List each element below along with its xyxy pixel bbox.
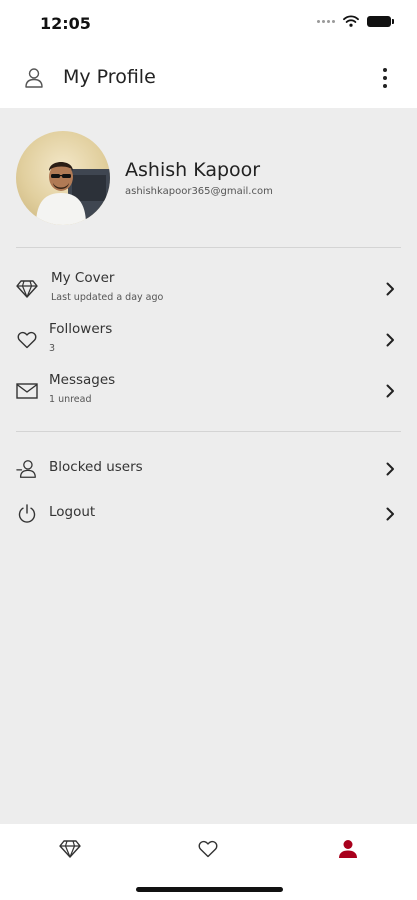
heart-icon bbox=[198, 840, 218, 858]
home-indicator[interactable] bbox=[136, 887, 283, 892]
diamond-icon bbox=[16, 278, 38, 300]
page-title: My Profile bbox=[63, 66, 156, 88]
chevron-right-icon bbox=[386, 507, 394, 521]
profile-email: ashishkapoor365@gmail.com bbox=[125, 186, 273, 197]
chevron-right-icon bbox=[386, 282, 394, 296]
status-time: 12:05 bbox=[40, 14, 91, 33]
divider bbox=[16, 247, 401, 248]
avatar-photo bbox=[36, 162, 110, 225]
avatar[interactable] bbox=[16, 131, 110, 225]
menu-item-my-cover[interactable]: My Cover Last updated a day ago bbox=[0, 266, 417, 312]
wifi-icon bbox=[343, 15, 359, 27]
heart-icon bbox=[16, 329, 38, 351]
menu-sub-my-cover: Last updated a day ago bbox=[51, 292, 164, 303]
menu-label-logout: Logout bbox=[49, 504, 96, 520]
menu-label-followers: Followers bbox=[49, 321, 113, 337]
battery-icon bbox=[367, 15, 394, 27]
person-icon bbox=[339, 840, 357, 858]
bottom-nav bbox=[0, 824, 417, 900]
chevron-right-icon bbox=[386, 462, 394, 476]
status-bar: 12:05 bbox=[0, 0, 417, 50]
app-bar: My Profile bbox=[0, 50, 417, 108]
nav-followers-tab[interactable] bbox=[193, 836, 223, 862]
cellular-signal-icon bbox=[317, 19, 335, 23]
status-icons bbox=[317, 15, 394, 27]
envelope-icon bbox=[16, 380, 38, 402]
divider bbox=[16, 431, 401, 432]
menu-label-messages: Messages bbox=[49, 372, 116, 388]
profile-name: Ashish Kapoor bbox=[125, 159, 261, 181]
profile-content: Ashish Kapoor ashishkapoor365@gmail.com … bbox=[0, 108, 417, 824]
menu-label-blocked-users: Blocked users bbox=[49, 459, 143, 475]
menu-sub-followers: 3 bbox=[49, 343, 56, 354]
user-minus-icon bbox=[16, 458, 38, 480]
menu-item-messages[interactable]: Messages 1 unread bbox=[0, 368, 417, 414]
person-icon bbox=[25, 68, 43, 88]
menu-item-blocked-users[interactable]: Blocked users bbox=[0, 446, 417, 492]
more-options-icon[interactable] bbox=[381, 66, 389, 90]
nav-profile-tab[interactable] bbox=[333, 836, 363, 862]
chevron-right-icon bbox=[386, 333, 394, 347]
nav-cover-tab[interactable] bbox=[55, 836, 85, 862]
menu-sub-messages: 1 unread bbox=[49, 394, 92, 405]
diamond-icon bbox=[59, 840, 81, 858]
menu-item-followers[interactable]: Followers 3 bbox=[0, 317, 417, 363]
menu-item-logout[interactable]: Logout bbox=[0, 491, 417, 537]
menu-label-my-cover: My Cover bbox=[51, 270, 115, 286]
power-icon bbox=[16, 503, 38, 525]
chevron-right-icon bbox=[386, 384, 394, 398]
